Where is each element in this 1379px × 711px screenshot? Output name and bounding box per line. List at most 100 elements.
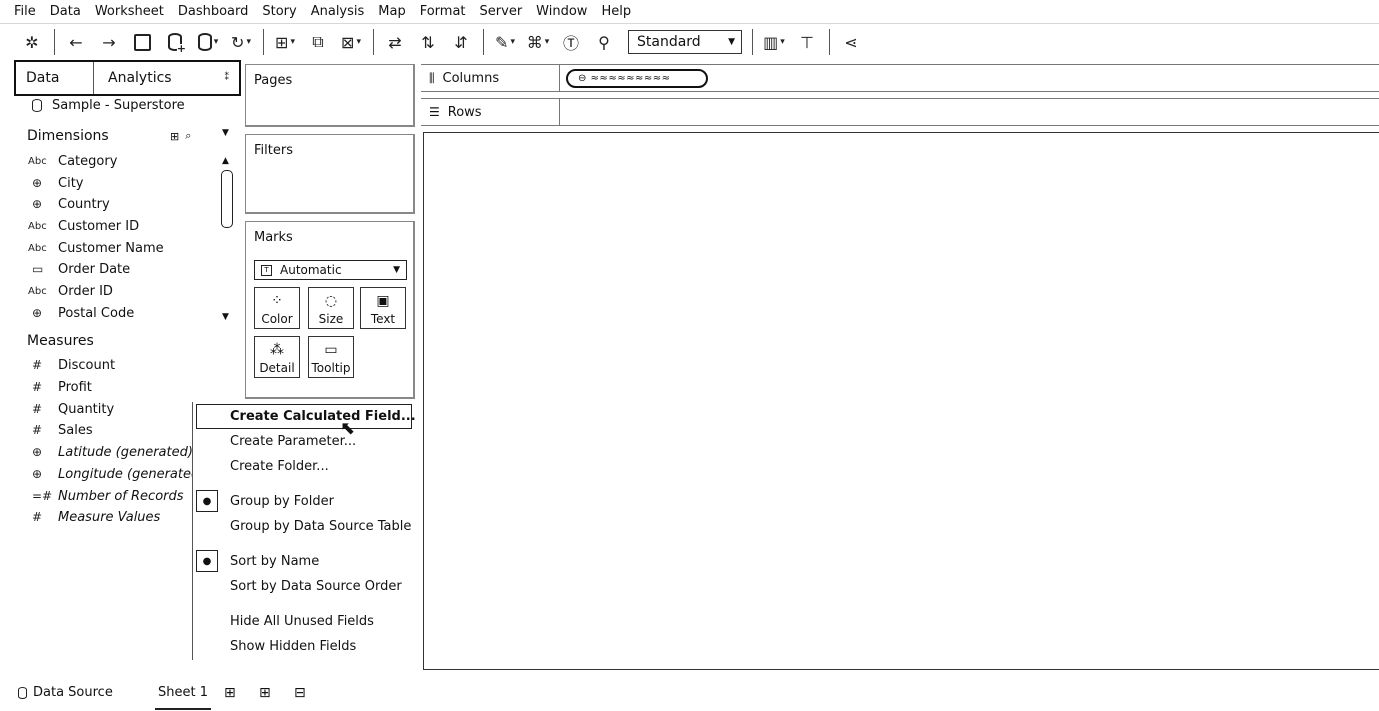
field-label: Country [58,196,110,212]
field-country[interactable]: ⊕ Country [28,194,110,214]
new-story-icon[interactable]: ⊟ [294,685,306,701]
menu-hide-all-unused-fields[interactable]: Hide All Unused Fields [230,614,374,629]
undo-icon[interactable]: ← [64,28,88,56]
field-customer-id[interactable]: Abc Customer ID [28,216,139,236]
menu-map[interactable]: Map [371,1,412,23]
number-icon: # [32,402,43,416]
fit-select[interactable]: Standard ▼ [628,30,742,54]
menu-show-hidden-fields[interactable]: Show Hidden Fields [230,639,356,654]
dimensions-scrollbar[interactable]: ▲ ▼ [219,156,235,328]
mark-type-select[interactable]: T Automatic ▼ [254,260,407,280]
presentation-icon[interactable]: ⊤ [795,28,819,56]
color-button[interactable]: ⁘ Color [254,287,300,329]
menu-format[interactable]: Format [413,1,473,23]
menu-create-folder[interactable]: Create Folder... [230,459,329,474]
highlight-icon[interactable]: ✎ ▾ [493,28,517,56]
scroll-up-icon[interactable]: ▲ [222,156,229,166]
field-label: Profit [58,379,92,395]
menu-window[interactable]: Window [529,1,594,23]
group-icon[interactable]: ⌘ ▾ [526,28,550,56]
filters-card[interactable]: Filters [245,134,415,214]
tab-data[interactable]: Data [16,62,94,94]
show-cards-icon[interactable]: ▥ ▾ [762,28,786,56]
search-icon[interactable]: ⌕ [185,129,191,143]
save-icon[interactable] [130,28,154,56]
string-icon: Abc [28,285,47,297]
menu-group-by-folder[interactable]: Group by Folder [230,494,334,509]
calculated-number-icon: =# [32,489,53,503]
field-city[interactable]: ⊕ City [28,173,83,193]
redo-icon[interactable]: → [97,28,121,56]
field-longitude[interactable]: ⊕ Longitude (generated [28,464,199,484]
field-quantity[interactable]: # Quantity [28,399,114,419]
menu-sort-by-data-source-order[interactable]: Sort by Data Source Order [230,579,402,594]
tab-data-source[interactable]: Data Source [18,685,113,700]
new-worksheet-icon[interactable]: ⊞ ▾ [273,28,297,56]
field-postal-code[interactable]: ⊕ Postal Code [28,303,134,323]
view-data-icon[interactable]: ⊞ [170,130,179,143]
labels-icon[interactable]: Ⓣ [559,28,583,56]
menu-story[interactable]: Story [255,1,303,23]
sort-descending-icon[interactable]: ⇵ [449,28,473,56]
clear-sheet-icon[interactable]: ⊠ ▾ [339,28,363,56]
view-canvas[interactable] [423,132,1379,670]
field-latitude[interactable]: ⊕ Latitude (generated) [28,442,193,462]
pin-icon[interactable]: ⚲ [592,28,616,56]
detail-button[interactable]: ⁂ Detail [254,336,300,378]
menu-analysis[interactable]: Analysis [304,1,372,23]
columns-shelf[interactable]: ⫼ Columns ⊖ ≈≈≈≈≈≈≈≈≈ [421,64,1379,92]
menu-file[interactable]: File [0,1,43,23]
detail-label: Detail [259,361,295,375]
menu-dashboard[interactable]: Dashboard [171,1,256,23]
tab-analytics[interactable]: Analytics ⁑ [94,62,239,94]
menu-group-by-data-source-table[interactable]: Group by Data Source Table [230,519,411,534]
duplicate-sheet-icon[interactable]: ⧉ [306,28,330,56]
tab-sheet-1[interactable]: Sheet 1 [155,676,211,710]
pages-card[interactable]: Pages [245,64,415,127]
field-order-date[interactable]: ▭ Order Date [28,259,130,279]
menu-sort-by-name[interactable]: Sort by Name [230,554,319,569]
field-sales[interactable]: # Sales [28,420,93,440]
pause-updates-icon[interactable]: ▾ [196,28,220,56]
toolbar-divider [752,29,753,55]
menu-data[interactable]: Data [43,1,88,23]
field-number-of-records[interactable]: =# Number of Records [28,486,184,506]
data-pane-tabs: Data Analytics ⁑ [14,60,241,96]
field-label: Customer ID [58,218,140,234]
tooltip-button[interactable]: ▭ Tooltip [308,336,354,378]
globe-icon: ⊕ [32,445,43,459]
rows-label: Rows [447,104,482,120]
globe-icon: ⊕ [32,197,43,211]
new-worksheet-icon[interactable]: ⊞ [224,685,236,701]
chevron-down-icon[interactable]: ▼ [222,128,229,138]
column-pill[interactable]: ⊖ ≈≈≈≈≈≈≈≈≈ [566,69,708,88]
menu-server[interactable]: Server [473,1,530,23]
menu-create-parameter[interactable]: Create Parameter... [230,434,356,449]
field-measure-values[interactable]: # Measure Values [28,507,160,527]
size-button[interactable]: ◌ Size [308,287,354,329]
scroll-down-icon[interactable]: ▼ [222,312,229,322]
mark-type-value: Automatic [280,263,342,277]
field-customer-name[interactable]: Abc Customer Name [28,238,164,258]
scroll-thumb[interactable] [221,170,233,228]
datasource-item[interactable]: Sample - Superstore [32,98,185,113]
menu-create-calculated-field[interactable]: Create Calculated Field... [230,409,416,424]
menu-help[interactable]: Help [594,1,638,23]
field-category[interactable]: Abc Category [28,151,117,171]
share-icon[interactable]: ⋖ [839,28,863,56]
swap-axes-icon[interactable]: ⇄ [383,28,407,56]
field-discount[interactable]: # Discount [28,355,115,375]
text-button[interactable]: ▣ Text [360,287,406,329]
number-icon: # [32,423,43,437]
sort-ascending-icon[interactable]: ⇅ [416,28,440,56]
rows-shelf[interactable]: ☰ Rows [421,98,1379,126]
field-order-id[interactable]: Abc Order ID [28,281,113,301]
pane-menu-icon[interactable]: ⁑ [225,73,230,83]
refresh-icon[interactable]: ↻ ▾ [229,28,253,56]
field-profit[interactable]: # Profit [28,377,92,397]
new-datasource-icon[interactable]: + [163,28,187,56]
menu-worksheet[interactable]: Worksheet [88,1,171,23]
tableau-logo-icon[interactable]: ✲ [20,28,44,56]
string-icon: Abc [28,242,47,254]
new-dashboard-icon[interactable]: ⊞ [259,685,271,701]
